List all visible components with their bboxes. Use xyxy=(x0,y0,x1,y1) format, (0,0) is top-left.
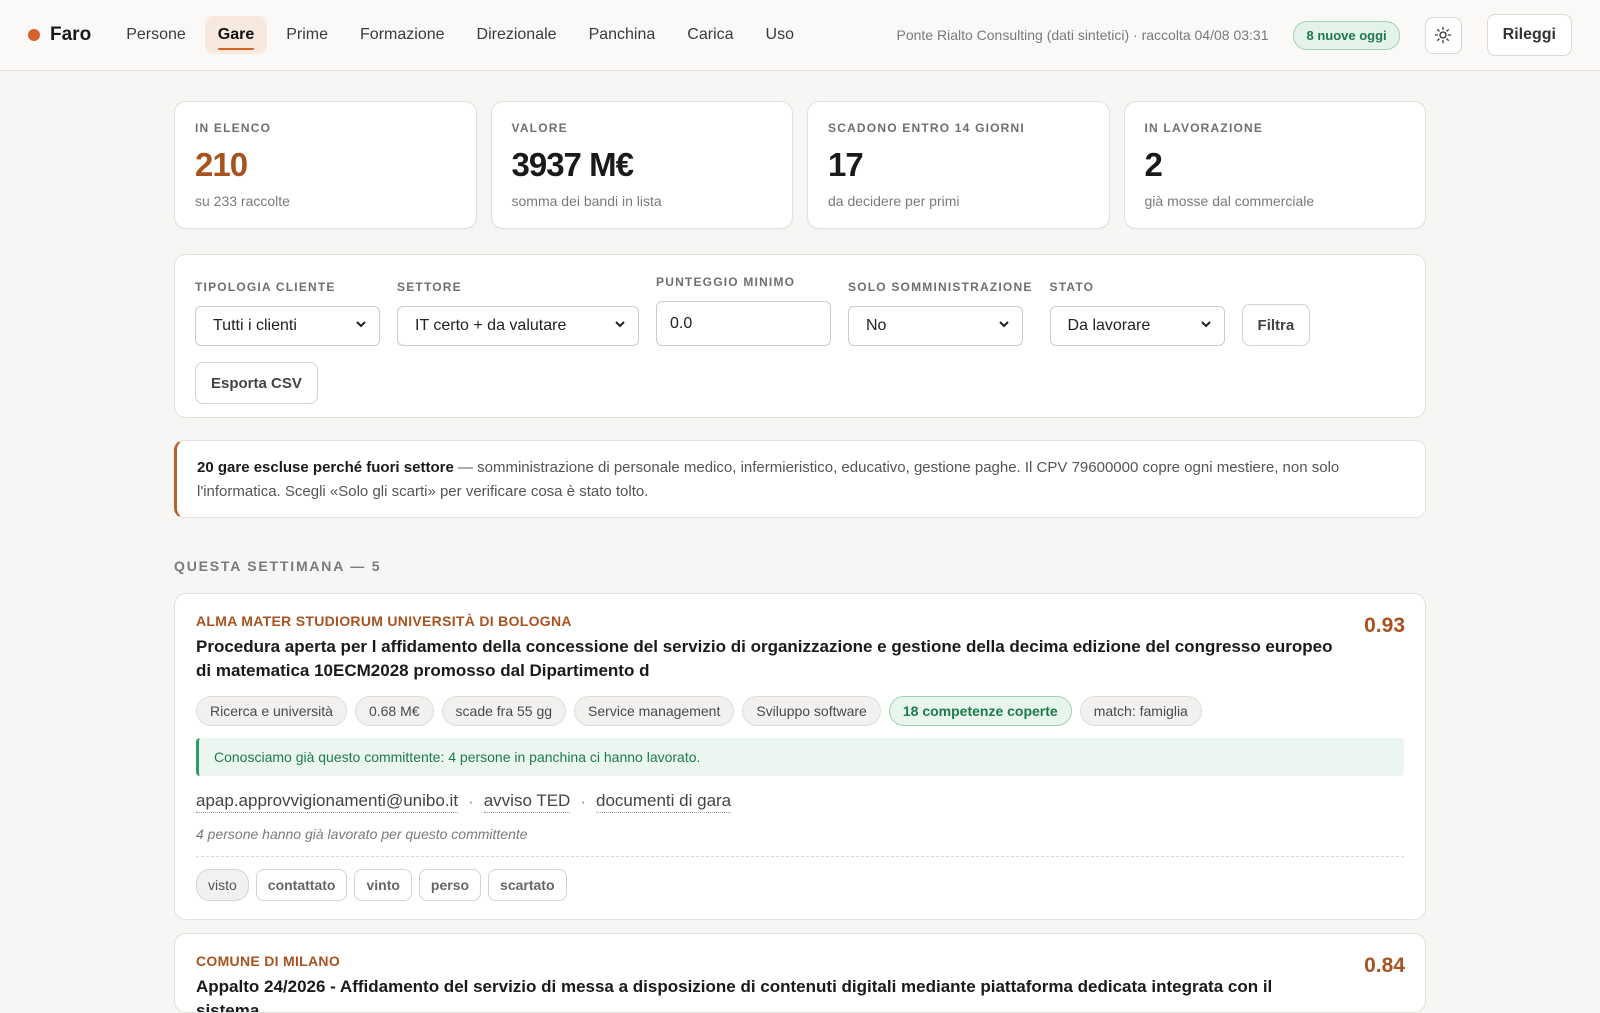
chevron-down-icon xyxy=(1200,317,1212,335)
stat-label: VALORE xyxy=(511,121,568,135)
status-scartato-button[interactable]: scartato xyxy=(488,869,567,901)
top-bar: Faro Persone Gare Prime Formazione Direz… xyxy=(0,0,1600,71)
card-title: Appalto 24/2026 - Affidamento del serviz… xyxy=(196,977,1273,1013)
tender-card[interactable]: COMUNE DI MILANO 0.84 Appalto 24/2026 - … xyxy=(174,933,1426,1013)
nav-item-prime[interactable]: Prime xyxy=(273,16,341,54)
status-perso-button[interactable]: perso xyxy=(418,869,482,901)
punteggio-minimo-input[interactable]: 0.0 xyxy=(656,301,831,346)
known-client-banner: Conosciamo già questo committente: 4 per… xyxy=(196,738,1404,776)
settore-select[interactable]: IT certo + da valutare xyxy=(397,306,639,346)
card-note: 4 persone hanno già lavorato per questo … xyxy=(196,826,1404,857)
stat-card-valore: VALORE 3937 M€ somma dei bandi in lista xyxy=(490,101,793,229)
stat-value: 210 xyxy=(195,146,248,183)
select-value: IT certo + da valutare xyxy=(415,317,567,334)
card-status-actions: visto contattato vinto perso scartato xyxy=(196,869,1404,901)
select-value: Da lavorare xyxy=(1067,317,1151,334)
stat-value: 17 xyxy=(828,146,864,183)
link-separator: · xyxy=(580,792,586,811)
status-contattato-button[interactable]: contattato xyxy=(255,869,348,901)
stat-sub: somma dei bandi in lista xyxy=(511,193,662,209)
notice-bold: 20 gare escluse perché fuori settore xyxy=(197,459,454,476)
nav-item-uso[interactable]: Uso xyxy=(753,16,807,54)
card-score: 0.84 xyxy=(1364,954,1405,977)
new-today-badge: 8 nuove oggi xyxy=(1293,20,1400,50)
nav-item-carica[interactable]: Carica xyxy=(674,16,746,54)
stat-label: IN LAVORAZIONE xyxy=(1144,121,1264,135)
stats-row: IN ELENCO 210 su 233 raccolte VALORE 393… xyxy=(174,101,1426,229)
select-value: No xyxy=(866,317,887,334)
link-separator: · xyxy=(468,792,474,811)
section-title: QUESTA SETTIMANA — 5 xyxy=(174,558,382,574)
card-client: ALMA MATER STUDIORUM UNIVERSITÀ DI BOLOG… xyxy=(196,613,572,629)
stat-sub: già mosse dal commerciale xyxy=(1144,193,1315,209)
filter-label: SOLO SOMMINISTRAZIONE xyxy=(848,280,1033,294)
card-title: Procedura aperta per l affidamento della… xyxy=(196,637,1333,680)
chevron-down-icon xyxy=(355,317,367,335)
stato-select[interactable]: Da lavorare xyxy=(1049,306,1225,346)
nav-item-direzionale[interactable]: Direzionale xyxy=(464,16,570,54)
stat-value: 2 xyxy=(1144,146,1163,183)
excluded-notice: 20 gare escluse perché fuori settore — s… xyxy=(174,440,1426,518)
filter-row: TIPOLOGIA CLIENTE Tutti i clienti SETTOR… xyxy=(195,275,1405,346)
stat-label: IN ELENCO xyxy=(195,121,272,135)
stat-card-in-lavorazione: IN LAVORAZIONE 2 già mosse dal commercia… xyxy=(1123,101,1426,229)
card-client: COMUNE DI MILANO xyxy=(196,953,341,969)
chip-match: match: famiglia xyxy=(1079,696,1202,726)
nav-item-panchina[interactable]: Panchina xyxy=(576,16,669,54)
filter-tipologia: TIPOLOGIA CLIENTE Tutti i clienti xyxy=(195,280,380,346)
chevron-down-icon xyxy=(998,317,1010,335)
filter-stato: STATO Da lavorare xyxy=(1049,280,1225,346)
email-link[interactable]: apap.approvvigionamenti@unibo.it xyxy=(196,791,459,813)
nav-item-persone[interactable]: Persone xyxy=(113,16,199,54)
export-csv-button[interactable]: Esporta CSV xyxy=(195,362,318,404)
filters-panel: TIPOLOGIA CLIENTE Tutti i clienti SETTOR… xyxy=(174,254,1426,418)
tender-card[interactable]: ALMA MATER STUDIORUM UNIVERSITÀ DI BOLOG… xyxy=(174,593,1426,920)
filter-somministrazione: SOLO SOMMINISTRAZIONE No xyxy=(848,280,1033,346)
stat-card-scadenze: SCADONO ENTRO 14 GIORNI 17 da decidere p… xyxy=(807,101,1110,229)
filter-label: PUNTEGGIO MINIMO xyxy=(656,275,796,289)
main-nav: Persone Gare Prime Formazione Direzional… xyxy=(113,16,807,54)
chip-competences: 18 competenze coperte xyxy=(888,696,1072,726)
card-score: 0.93 xyxy=(1364,614,1405,637)
stat-sub: da decidere per primi xyxy=(828,193,960,209)
brand-name: Faro xyxy=(50,24,92,45)
tipologia-select[interactable]: Tutti i clienti xyxy=(195,306,380,346)
chip-skill: Service management xyxy=(574,696,735,726)
status-visto-button[interactable]: visto xyxy=(196,869,249,901)
ted-notice-link[interactable]: avviso TED xyxy=(483,791,571,813)
nav-item-gare[interactable]: Gare xyxy=(204,16,268,54)
collection-meta: Ponte Rialto Consulting (dati sintetici)… xyxy=(896,27,1269,43)
export-row: Esporta CSV xyxy=(195,362,1405,404)
theme-toggle-button[interactable] xyxy=(1424,16,1462,54)
select-value: Tutti i clienti xyxy=(213,317,297,334)
filter-label: TIPOLOGIA CLIENTE xyxy=(195,280,336,294)
filter-punteggio: PUNTEGGIO MINIMO 0.0 xyxy=(656,275,831,346)
stat-sub: su 233 raccolte xyxy=(195,193,290,209)
main-content: IN ELENCO 210 su 233 raccolte VALORE 393… xyxy=(174,101,1426,1013)
chip-sector: Ricerca e università xyxy=(196,696,347,726)
chip-skill: Sviluppo software xyxy=(742,696,881,726)
nav-item-formazione[interactable]: Formazione xyxy=(347,16,457,54)
brand[interactable]: Faro xyxy=(28,24,91,46)
chip-deadline: scade fra 55 gg xyxy=(441,696,567,726)
sun-icon xyxy=(1434,26,1452,44)
chip-value: 0.68 M€ xyxy=(354,696,434,726)
tender-docs-link[interactable]: documenti di gara xyxy=(596,791,732,813)
stat-label: SCADONO ENTRO 14 GIORNI xyxy=(828,121,1025,135)
filter-label: STATO xyxy=(1049,280,1095,294)
stat-card-in-elenco: IN ELENCO 210 su 233 raccolte xyxy=(174,101,477,229)
brand-dot-icon xyxy=(28,29,40,41)
stat-value: 3937 M€ xyxy=(511,146,634,183)
somministrazione-select[interactable]: No xyxy=(848,306,1023,346)
chevron-down-icon xyxy=(614,317,626,335)
card-links: apap.approvvigionamenti@unibo.it · avvis… xyxy=(196,791,1404,813)
filter-button[interactable]: Filtra xyxy=(1241,304,1311,346)
filter-label: SETTORE xyxy=(397,280,462,294)
status-vinto-button[interactable]: vinto xyxy=(354,869,412,901)
card-chips: Ricerca e università 0.68 M€ scade fra 5… xyxy=(196,696,1404,726)
filter-settore: SETTORE IT certo + da valutare xyxy=(397,280,639,346)
reload-button[interactable]: Rileggi xyxy=(1486,14,1572,56)
